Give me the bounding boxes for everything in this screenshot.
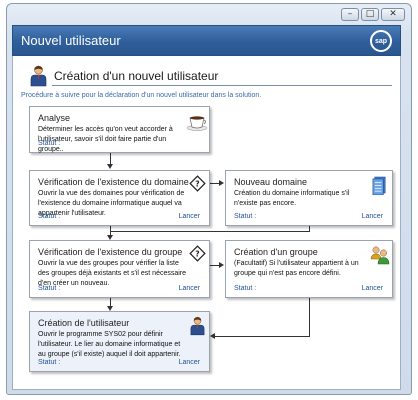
user-group-icon (370, 246, 390, 265)
step-analyse-status: Statut : (38, 140, 61, 147)
decision-diamond-icon: ? (189, 245, 206, 262)
connector-nouveau-groupe (110, 231, 310, 232)
step-nouveau-domaine-status: Statut : (234, 213, 257, 220)
step-verification-domaine-title: Vérification de l'existence du domaine (38, 177, 189, 187)
decision-diamond-icon: ? (189, 175, 206, 192)
dialog-content: Création d'un nouvel utilisateur Procédu… (12, 56, 401, 390)
launch-verification-groupe-link[interactable]: Lancer (179, 285, 200, 292)
arrow-down-icon (107, 164, 113, 169)
step-creation-utilisateur: Création de l'utilisateur Ouvrir le prog… (29, 311, 210, 372)
arrow-right-icon (219, 180, 224, 186)
step-verification-groupe-title: Vérification de l'existence du groupe (38, 247, 183, 257)
step-creation-utilisateur-text: Ouvrir le programme SYS02 pour définir l… (38, 331, 181, 358)
step-creation-groupe: Création d'un groupe (Facultatif) Si l'u… (225, 240, 393, 298)
step-verification-groupe-status: Statut : (38, 285, 61, 292)
step-creation-utilisateur-title: Création de l'utilisateur (38, 318, 130, 328)
launch-creation-groupe-link[interactable]: Lancer (362, 285, 383, 292)
step-verification-domaine: Vérification de l'existence du domaine O… (29, 170, 210, 226)
step-creation-groupe-text: (Facultatif) Si l'utilisateur appartient… (234, 260, 359, 277)
step-creation-utilisateur-status: Statut : (38, 359, 61, 366)
step-analyse-title: Analyse (38, 113, 71, 123)
user-icon (30, 65, 47, 87)
launch-verification-domaine-link[interactable]: Lancer (179, 213, 200, 220)
step-nouveau-domaine: Nouveau domaine Création du domaine info… (225, 170, 393, 226)
maximize-button[interactable]: □ (361, 8, 379, 21)
connector-creation-groupe-down (309, 298, 310, 336)
svg-text:?: ? (195, 249, 199, 258)
coffee-cup-icon (186, 116, 208, 131)
arrow-left-icon (210, 333, 215, 339)
step-verification-domaine-status: Statut : (38, 213, 61, 220)
user-icon (190, 316, 205, 336)
step-analyse-text: Déterminer les accès qu'on veut accorder… (38, 126, 173, 153)
title-divider (52, 85, 392, 86)
svg-text:?: ? (195, 179, 199, 188)
launch-nouveau-domaine-link[interactable]: Lancer (362, 213, 383, 220)
step-verification-domaine-text: Ouvrir la vue des domaines pour vérifica… (38, 190, 185, 217)
step-creation-groupe-title: Création d'un groupe (234, 247, 318, 257)
dialog-title: Nouvel utilisateur (21, 33, 121, 48)
step-verification-groupe: Vérification de l'existence du groupe Ou… (29, 240, 210, 298)
dialog-titlebar: Nouvel utilisateur sap (12, 25, 401, 56)
launch-creation-utilisateur-link[interactable]: Lancer (179, 359, 200, 366)
connector-creation-groupe-left (215, 336, 310, 337)
step-verification-groupe-text: Ouvrir la vue des groupes pour vérifier … (38, 260, 187, 287)
step-analyse: Analyse Déterminer les accès qu'on veut … (29, 106, 210, 153)
window-controls: – □ ✕ (341, 8, 405, 21)
sap-logo-icon: sap (370, 30, 392, 52)
minimize-button[interactable]: – (341, 8, 359, 21)
server-icon (372, 176, 386, 195)
step-nouveau-domaine-title: Nouveau domaine (234, 177, 308, 187)
close-button[interactable]: ✕ (381, 8, 405, 21)
connector-nouveau-groupe-vertical (309, 226, 310, 232)
arrow-right-icon (219, 262, 224, 268)
step-creation-groupe-status: Statut : (234, 285, 257, 292)
step-nouveau-domaine-text: Création du domaine informatique s'il n'… (234, 190, 350, 207)
page-title: Création d'un nouvel utilisateur (54, 69, 219, 83)
page-description: Procédure à suivre pour la déclaration d… (21, 92, 262, 99)
